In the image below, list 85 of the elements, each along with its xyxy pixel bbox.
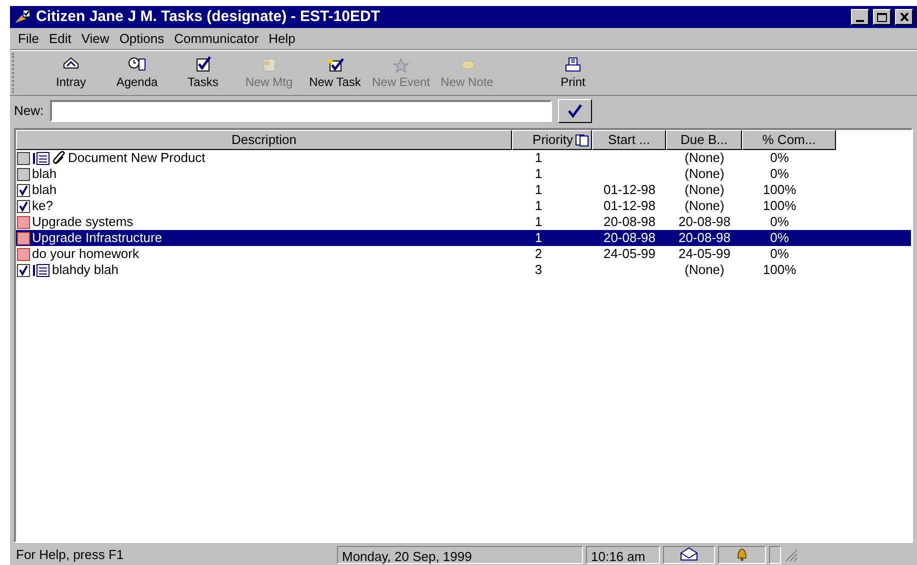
minimize-icon <box>856 20 864 22</box>
table-cell: 100% <box>762 182 796 198</box>
status-time: 10:16 am <box>586 546 660 564</box>
toolbar-button[interactable]: Tasks <box>170 56 236 90</box>
table-cell: 01-12-98 <box>603 182 656 198</box>
status-pane <box>769 546 781 564</box>
menu-item[interactable]: Options <box>115 28 168 48</box>
faded-toolbar-icon <box>392 56 410 74</box>
table-cell: 0% <box>770 230 789 246</box>
table-cell: 24-05-99 <box>678 246 731 262</box>
toolbar-button[interactable]: Intray <box>38 56 104 90</box>
checkbox[interactable] <box>17 216 30 228</box>
column-header[interactable]: % Com... <box>742 130 836 150</box>
table-cell: 100% <box>762 262 796 278</box>
table-cell: 24-05-99 <box>603 246 656 262</box>
table-cell: (None) <box>684 262 724 278</box>
menu-item[interactable]: Communicator <box>170 28 263 48</box>
toolbar-button[interactable]: Agenda <box>104 56 170 90</box>
menu-item[interactable]: View <box>77 28 114 48</box>
task-description[interactable]: Document New Product <box>68 150 206 166</box>
table-cell: (None) <box>684 166 724 182</box>
checkmark-icon <box>566 103 583 119</box>
toolbar-icon <box>326 56 344 74</box>
sort-icon <box>575 134 589 147</box>
task-description[interactable]: blah <box>32 182 57 198</box>
table-cell: 1 <box>534 150 542 166</box>
task-description[interactable]: blah <box>32 166 57 182</box>
column-header[interactable]: Start ... <box>592 130 666 150</box>
menu-item[interactable]: Edit <box>44 28 76 48</box>
task-description[interactable]: blahdy blah <box>52 262 118 278</box>
new-task-field[interactable] <box>50 100 552 122</box>
checked-checkbox[interactable] <box>17 264 30 276</box>
column-header[interactable]: Description <box>16 130 512 150</box>
table-cell: 20-08-98 <box>678 230 731 246</box>
task-description[interactable]: Upgrade systems <box>32 214 134 230</box>
add-button[interactable] <box>558 99 592 123</box>
table-cell: 1 <box>534 166 542 182</box>
table-cell: (None) <box>684 198 724 214</box>
toolbar-button[interactable]: New Task <box>302 56 368 90</box>
checkbox[interactable] <box>17 168 30 180</box>
table-cell: 1 <box>534 198 542 214</box>
checked-checkbox[interactable] <box>17 200 30 212</box>
table-cell: 20-08-98 <box>603 214 656 230</box>
window-title: Citizen Jane J M. Tasks (designate) - EST-10EDT <box>36 6 381 27</box>
menu-item[interactable]: Help <box>264 28 300 48</box>
table-cell: 20-08-98 <box>603 230 656 246</box>
close-icon <box>900 13 908 21</box>
table-cell: 01-12-98 <box>603 198 656 214</box>
task-description[interactable]: do your homework <box>32 246 139 262</box>
status-text: For Help, press F1 <box>15 546 125 564</box>
app-icon <box>14 9 32 25</box>
menu-item[interactable]: File <box>14 28 43 48</box>
maximize-icon <box>877 12 887 22</box>
table-cell: 0% <box>770 150 789 166</box>
task-description[interactable]: Upgrade Infrastructure <box>32 230 162 246</box>
mail-status-icon <box>663 546 715 564</box>
close-button[interactable] <box>895 9 913 25</box>
table-cell: 20-08-98 <box>678 214 731 230</box>
checkbox[interactable] <box>17 152 30 164</box>
table-cell: 2 <box>534 246 542 262</box>
toolbar-icon <box>194 56 212 74</box>
toolbar-icon <box>564 56 582 74</box>
column-header[interactable]: Priority <box>512 130 592 150</box>
table-cell: 1 <box>534 182 542 198</box>
table-cell: 1 <box>534 230 542 246</box>
checkbox[interactable] <box>17 232 30 244</box>
table-cell: (None) <box>684 150 724 166</box>
table-cell: 100% <box>762 198 796 214</box>
table-cell: 3 <box>534 262 542 278</box>
table-cell: (None) <box>684 182 724 198</box>
table-cell: 0% <box>770 214 789 230</box>
table-cell: 0% <box>770 166 789 182</box>
bell-icon <box>718 546 766 564</box>
maximize-button[interactable] <box>873 9 891 25</box>
table-cell: 1 <box>534 214 542 230</box>
toolbar-button[interactable]: Print <box>540 56 606 90</box>
status-date: Monday, 20 Sep, 1999 <box>337 546 583 564</box>
column-header[interactable]: Due B... <box>666 130 742 150</box>
minimize-button[interactable] <box>851 9 869 25</box>
table-cell: 0% <box>770 246 789 262</box>
checked-checkbox[interactable] <box>17 184 30 196</box>
task-description[interactable]: ke? <box>32 198 53 214</box>
checkbox[interactable] <box>17 248 30 260</box>
resize-grip-icon[interactable] <box>784 548 798 562</box>
new-label: New: <box>14 102 44 120</box>
